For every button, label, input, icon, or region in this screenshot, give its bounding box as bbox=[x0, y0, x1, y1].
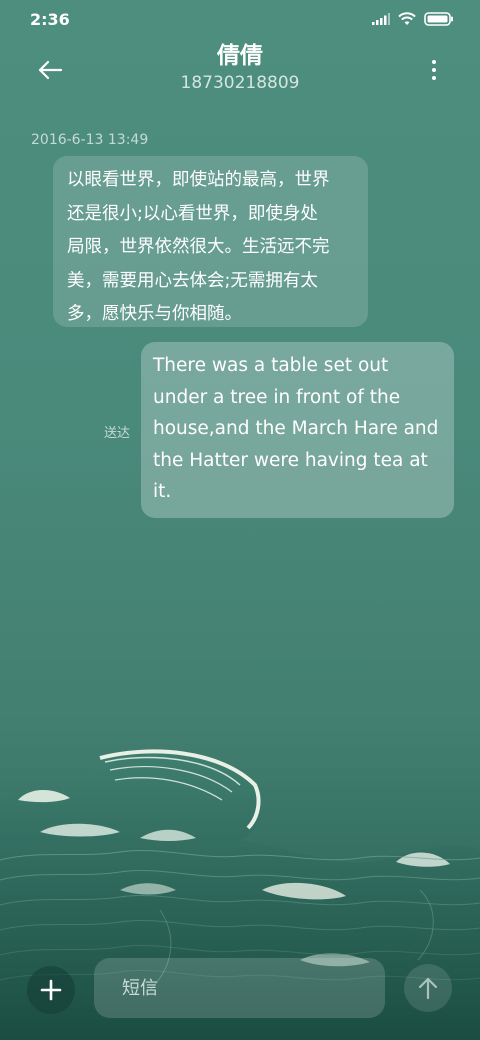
add-attachment-button[interactable] bbox=[27, 966, 75, 1014]
wifi-icon bbox=[398, 12, 416, 25]
message-line: 以眼看世界，即使站的最高，世界 bbox=[67, 170, 330, 190]
signal-icon bbox=[372, 13, 390, 25]
more-vertical-icon bbox=[432, 60, 436, 64]
conversation-header: 倩倩 18730218809 bbox=[0, 40, 480, 100]
message-line: 多，愿快乐与你相随。 bbox=[67, 304, 242, 324]
contact-title: 倩倩 18730218809 bbox=[0, 42, 480, 94]
message-input[interactable] bbox=[94, 958, 385, 1018]
message-line: house,and the March Hare and bbox=[153, 418, 439, 439]
message-line: 局限，世界依然很大。生活远不完 bbox=[67, 237, 330, 257]
message-line: it. bbox=[153, 481, 172, 502]
status-icons bbox=[372, 12, 454, 26]
message-line: 美，需要用心去体会;无需拥有太 bbox=[67, 270, 318, 291]
plus-icon bbox=[40, 979, 62, 1001]
message-line: There was a table set out bbox=[153, 355, 389, 376]
message-line: under a tree in front of the bbox=[153, 386, 401, 408]
send-button[interactable] bbox=[404, 964, 452, 1012]
more-options-button[interactable] bbox=[422, 54, 446, 86]
contact-name: 倩倩 bbox=[217, 43, 263, 69]
message-timestamp: 2016-6-13 13:49 bbox=[31, 132, 149, 148]
status-bar: 2:36 bbox=[0, 0, 480, 40]
compose-bar bbox=[0, 950, 480, 1030]
message-line: the Hatter were having tea at bbox=[153, 449, 428, 471]
status-time: 2:36 bbox=[30, 10, 70, 29]
message-line: 还是很小;以心看世界，即使身处 bbox=[67, 203, 318, 224]
battery-icon bbox=[424, 12, 453, 26]
delivery-status: 送达 bbox=[104, 426, 131, 441]
outgoing-message-bubble[interactable]: There was a table set out under a tree i… bbox=[141, 342, 454, 518]
arrow-up-icon bbox=[418, 977, 438, 1000]
contact-number: 18730218809 bbox=[180, 73, 300, 93]
incoming-message-bubble[interactable]: 以眼看世界，即使站的最高，世界 还是很小;以心看世界，即使身处 局限，世界依然很… bbox=[53, 156, 368, 327]
